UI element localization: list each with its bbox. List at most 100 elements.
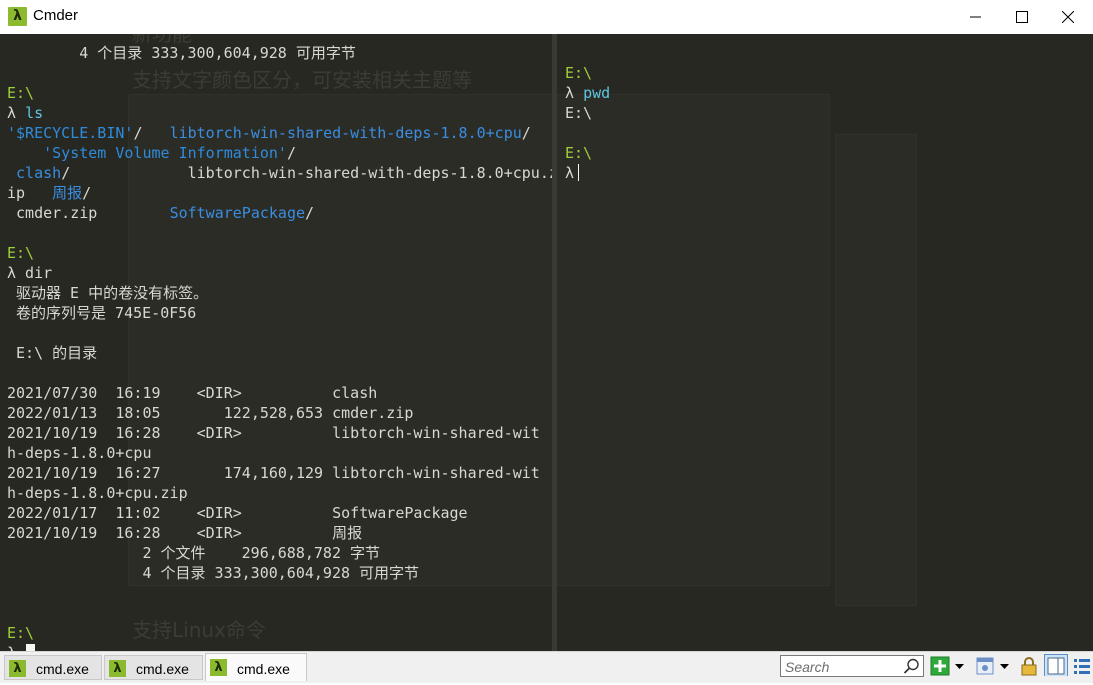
terminal-text: / <box>305 204 315 222</box>
terminal-text: SoftwarePackage <box>169 204 306 222</box>
terminal-text: h-deps-1.8.0+cpu <box>7 444 152 462</box>
terminal-text: cmder.zip <box>7 204 170 222</box>
terminal-text: E:\ <box>565 144 593 162</box>
terminal-text: ls <box>25 104 44 122</box>
terminal-text: 2022/01/13 18:05 122,528,653 cmder.zip <box>7 404 414 422</box>
terminal-text: 4 个目录 333,300,604,928 可用字节 <box>7 564 420 582</box>
terminal-text: 2021/10/19 16:28 <DIR> 周报 <box>7 524 363 542</box>
terminal-line: 2 个文件 296,688,782 字节 <box>7 543 380 563</box>
terminal-text: h-deps-1.8.0+cpu.zip <box>7 484 188 502</box>
terminal-text: E:\ <box>7 624 35 642</box>
terminal-line: λ <box>7 643 36 651</box>
maximize-button[interactable] <box>999 0 1045 34</box>
terminal-text: E:\ <box>7 84 35 102</box>
terminal-line: 2021/10/19 16:28 <DIR> 周报 <box>7 523 362 543</box>
terminal-line: 2022/01/13 18:05 122,528,653 cmder.zip <box>7 403 413 423</box>
tab-label: cmd.exe <box>136 661 189 677</box>
minimize-icon <box>970 16 981 18</box>
terminal-text: 2022/01/17 11:02 <DIR> SoftwarePackage <box>7 504 468 522</box>
terminal-line: h-deps-1.8.0+cpu.zip <box>7 483 188 503</box>
lambda-icon: λ <box>109 660 126 677</box>
terminal-text: / <box>521 124 531 142</box>
terminal-line: E:\ <box>565 143 592 163</box>
maximize-icon <box>1016 11 1028 23</box>
terminal-text: clash <box>16 164 62 182</box>
terminal-text: E:\ <box>565 64 593 82</box>
split-view-icon[interactable] <box>1044 654 1068 676</box>
terminal-line: E:\ 的目录 <box>7 343 97 363</box>
console-tab-2[interactable]: λ cmd.exe <box>104 655 203 680</box>
terminal-line: E:\ <box>565 103 592 123</box>
text-cursor <box>26 644 36 651</box>
terminal-line: E:\ <box>7 243 34 263</box>
console-tab-1[interactable]: λ cmd.exe <box>4 655 102 680</box>
lock-icon[interactable] <box>1019 656 1039 678</box>
terminal-line: λ dir <box>7 263 52 283</box>
terminal-text: 2021/07/30 16:19 <DIR> clash <box>7 384 378 402</box>
terminal-line: 2021/07/30 16:19 <DIR> clash <box>7 383 377 403</box>
terminal-line: λ <box>565 163 580 183</box>
terminal-line: cmder.zip SoftwarePackage/ <box>7 203 314 223</box>
terminal-text: 4 个目录 333,300,604,928 可用字节 <box>7 44 356 62</box>
tab-label: cmd.exe <box>237 661 290 677</box>
terminal-text: E:\ 的目录 <box>7 344 98 362</box>
terminal-line: h-deps-1.8.0+cpu <box>7 443 152 463</box>
search-icon[interactable] <box>903 658 920 675</box>
terminal-text: 'System Volume Information' <box>43 144 287 162</box>
terminal-text: pwd <box>583 84 611 102</box>
search-placeholder: Search <box>785 659 830 675</box>
terminal-line: 4 个目录 333,300,604,928 可用字节 <box>7 563 419 583</box>
console-pane-left[interactable]: 4 个目录 333,300,604,928 可用字节 E:\ λ ls '$RECYC… <box>0 34 552 651</box>
terminal-text: libtorch-win-shared-with-deps-1.8.0+cpu <box>169 124 522 142</box>
terminal-text: / libtorch-win-shared-with-deps-1.8.0+cp… <box>61 164 552 182</box>
terminal-text: λ dir <box>7 264 53 282</box>
new-console-icon[interactable] <box>930 656 950 678</box>
terminal-line: E:\ <box>7 83 34 103</box>
terminal-line: λ pwd <box>565 83 610 103</box>
terminal-text: 2021/10/19 16:27 174,160,129 libtorch-wi… <box>7 464 540 482</box>
terminal-text: E:\ <box>7 244 35 262</box>
lambda-icon: λ <box>9 660 26 677</box>
terminal-text: 周报 <box>52 184 83 202</box>
terminal-text: λ <box>7 644 25 651</box>
minimize-button[interactable] <box>953 0 999 34</box>
terminal-line: 2022/01/17 11:02 <DIR> SoftwarePackage <box>7 503 468 523</box>
terminal-text: / <box>82 184 92 202</box>
console-settings-icon[interactable] <box>975 656 995 678</box>
terminal-text: 卷的序列号是 745E-0F56 <box>7 304 197 322</box>
terminal-text: λ <box>565 164 575 182</box>
close-button[interactable] <box>1045 0 1091 34</box>
console-tab-3[interactable]: λ cmd.exe <box>205 653 307 681</box>
terminal-area[interactable]: 新功能 支持文字颜色区分，可安装相关主题等 支持Linux命令 4 个目录 33… <box>0 34 1093 651</box>
terminal-line: '$RECYCLE.BIN'/ libtorch-win-shared-with… <box>7 123 531 143</box>
menu-icon[interactable] <box>1073 656 1091 678</box>
terminal-line: 驱动器 E 中的卷没有标签。 <box>7 283 208 303</box>
terminal-text: 驱动器 E 中的卷没有标签。 <box>7 284 209 302</box>
tab-label: cmd.exe <box>36 661 89 677</box>
status-toolbar: λ cmd.exe λ cmd.exe λ cmd.exe Search <box>0 651 1093 683</box>
lambda-icon: λ <box>210 659 227 676</box>
terminal-line: clash/ libtorch-win-shared-with-deps-1.8… <box>7 163 552 183</box>
terminal-line: E:\ <box>565 63 592 83</box>
terminal-text: / <box>286 144 296 162</box>
terminal-text: λ <box>565 84 584 102</box>
terminal-text: '$RECYCLE.BIN' <box>7 124 134 142</box>
terminal-line: λ ls <box>7 103 43 123</box>
terminal-line: E:\ <box>7 623 34 643</box>
terminal-line: 'System Volume Information'/ <box>7 143 296 163</box>
terminal-line: 4 个目录 333,300,604,928 可用字节 <box>7 43 356 63</box>
terminal-text: 2021/10/19 16:28 <DIR> libtorch-win-shar… <box>7 424 540 442</box>
window-title: Cmder <box>33 7 79 24</box>
terminal-line: ip 周报/ <box>7 183 91 203</box>
terminal-text: / <box>133 124 170 142</box>
search-input[interactable]: Search <box>780 655 924 677</box>
terminal-text: λ <box>7 104 26 122</box>
terminal-text: ip <box>7 184 53 202</box>
terminal-line: 2021/10/19 16:27 174,160,129 libtorch-wi… <box>7 463 540 483</box>
console-pane-right[interactable]: E:\ λ pwd E:\ E:\ λ <box>557 34 1093 651</box>
terminal-text: 2 个文件 296,688,782 字节 <box>7 544 381 562</box>
terminal-line: 2021/10/19 16:28 <DIR> libtorch-win-shar… <box>7 423 540 443</box>
text-cursor <box>578 164 580 181</box>
